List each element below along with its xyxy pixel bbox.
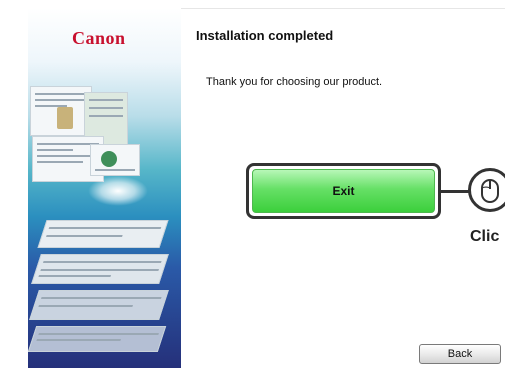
click-hint-label: Clic <box>470 228 500 245</box>
mouse-icon <box>468 168 505 212</box>
canon-logo: Canon <box>72 28 126 48</box>
header-divider <box>181 8 505 9</box>
exit-button-label: Exit <box>332 184 355 198</box>
window-left-margin <box>0 0 28 368</box>
document-illustration <box>90 144 140 176</box>
exit-button-frame[interactable]: Exit <box>246 163 441 219</box>
back-button[interactable]: Back <box>419 344 501 364</box>
page-title: Installation completed <box>196 28 334 43</box>
document-illustration <box>28 326 167 352</box>
document-illustration <box>30 86 92 136</box>
exit-button[interactable]: Exit <box>252 169 435 213</box>
sidebar-banner: Canon <box>28 8 181 368</box>
back-button-label: Back <box>447 348 473 360</box>
document-illustration <box>29 290 169 320</box>
light-glow <box>88 176 148 206</box>
thank-you-message: Thank you for choosing our product. <box>206 76 383 88</box>
callout-connector <box>441 190 471 193</box>
document-illustration <box>37 220 169 248</box>
document-illustration <box>31 254 169 284</box>
